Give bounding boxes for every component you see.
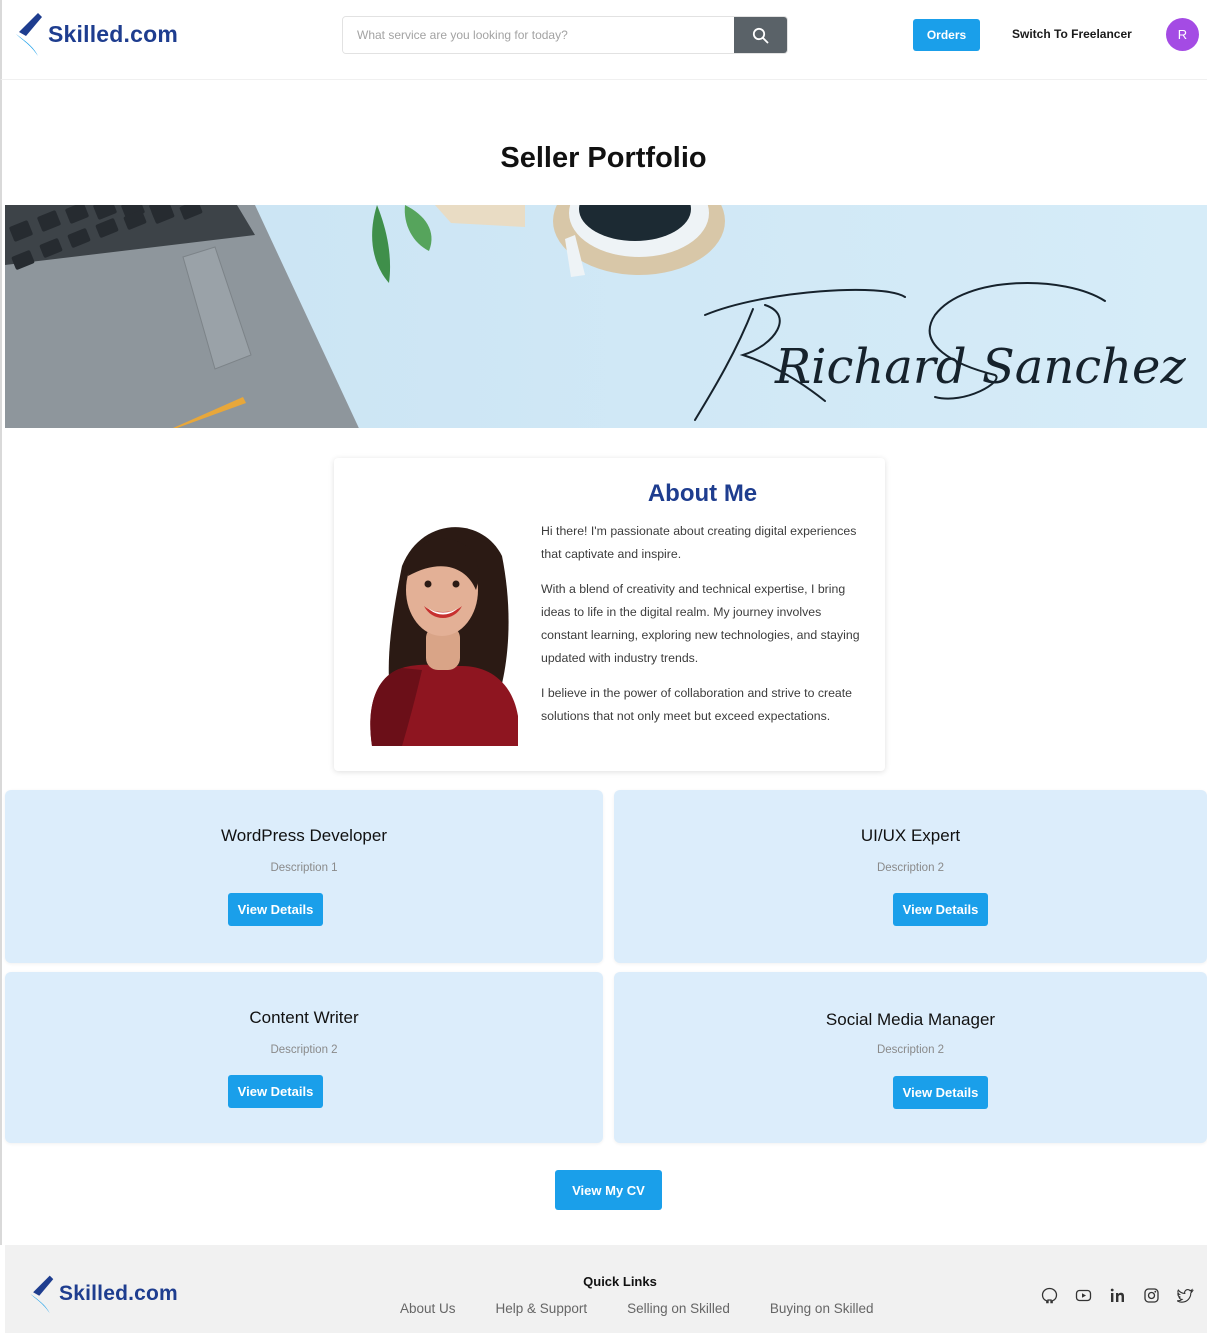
skill-card-wordpress: WordPress Developer Description 1 View D… xyxy=(5,790,603,963)
logo-text: Skilled.com xyxy=(48,20,179,47)
quick-links-title: Quick Links xyxy=(583,1274,657,1289)
footer: Skilled.com Quick Links About Us Help & … xyxy=(5,1245,1207,1333)
skill-card-content-writer: Content Writer Description 2 View Detail… xyxy=(5,972,603,1143)
search-input[interactable] xyxy=(343,17,734,53)
skill-title: Social Media Manager xyxy=(825,1010,996,1029)
footer-link-about[interactable]: About Us xyxy=(400,1301,456,1316)
search-bar xyxy=(342,16,788,54)
skill-title: WordPress Developer xyxy=(221,826,387,845)
view-details-button[interactable]: View Details xyxy=(228,893,323,926)
twitter-icon[interactable] xyxy=(1176,1286,1195,1305)
page-title: Seller Portfolio xyxy=(500,142,707,174)
about-me-title: About Me xyxy=(647,480,758,507)
about-me-text: Hi there! I'm passionate about creating … xyxy=(541,520,869,740)
user-avatar[interactable]: R xyxy=(1166,18,1199,51)
portfolio-banner: Richard Sanchez xyxy=(5,205,1207,428)
site-logo[interactable]: Skilled.com xyxy=(12,10,178,58)
top-navbar: Skilled.com Orders Switch To Freelancer … xyxy=(0,0,1207,80)
logo-text: Skilled.com xyxy=(59,1282,178,1305)
left-border xyxy=(0,80,2,1245)
footer-link-buying[interactable]: Buying on Skilled xyxy=(770,1301,874,1316)
about-paragraph: With a blend of creativity and technical… xyxy=(541,582,860,665)
switch-to-freelancer-link[interactable]: Switch To Freelancer xyxy=(1012,27,1132,41)
footer-logo[interactable]: Skilled.com xyxy=(27,1273,178,1315)
instagram-icon[interactable] xyxy=(1142,1286,1161,1305)
about-me-card: About Me Hi there! I'm passionate about … xyxy=(334,458,885,771)
social-links xyxy=(1040,1286,1195,1305)
search-icon xyxy=(752,27,769,43)
search-button[interactable] xyxy=(734,17,787,53)
skill-card-social-media: Social Media Manager Description 2 View … xyxy=(614,972,1207,1143)
profile-photo xyxy=(370,527,518,746)
skill-description: Description 2 xyxy=(876,1044,945,1056)
linkedin-icon[interactable] xyxy=(1108,1286,1127,1305)
logo-mark-icon xyxy=(16,13,42,56)
skill-description: Description 2 xyxy=(270,1044,338,1056)
skill-title: UI/UX Expert xyxy=(860,826,961,845)
view-details-button[interactable]: View Details xyxy=(893,893,988,926)
skill-card-uiux: UI/UX Expert Description 2 View Details xyxy=(614,790,1207,963)
about-paragraph: I believe in the power of collaboration … xyxy=(541,686,853,723)
view-details-button[interactable]: View Details xyxy=(228,1075,323,1108)
youtube-icon[interactable] xyxy=(1074,1286,1093,1305)
footer-link-help[interactable]: Help & Support xyxy=(496,1301,588,1316)
orders-button[interactable]: Orders xyxy=(913,19,980,51)
banner-signature: Richard Sanchez xyxy=(774,339,1186,395)
banner-image: Richard Sanchez xyxy=(5,205,1207,428)
about-paragraph: Hi there! I'm passionate about creating … xyxy=(541,524,857,561)
github-icon[interactable] xyxy=(1040,1286,1059,1305)
logo-mark-icon xyxy=(30,1275,54,1314)
view-details-button[interactable]: View Details xyxy=(893,1076,988,1109)
footer-link-selling[interactable]: Selling on Skilled xyxy=(627,1301,730,1316)
quick-links: About Us Help & Support Selling on Skill… xyxy=(400,1301,873,1316)
view-cv-button[interactable]: View My CV xyxy=(555,1170,662,1210)
skill-description: Description 1 xyxy=(270,862,338,874)
skill-title: Content Writer xyxy=(249,1008,359,1027)
skill-description: Description 2 xyxy=(876,862,945,874)
